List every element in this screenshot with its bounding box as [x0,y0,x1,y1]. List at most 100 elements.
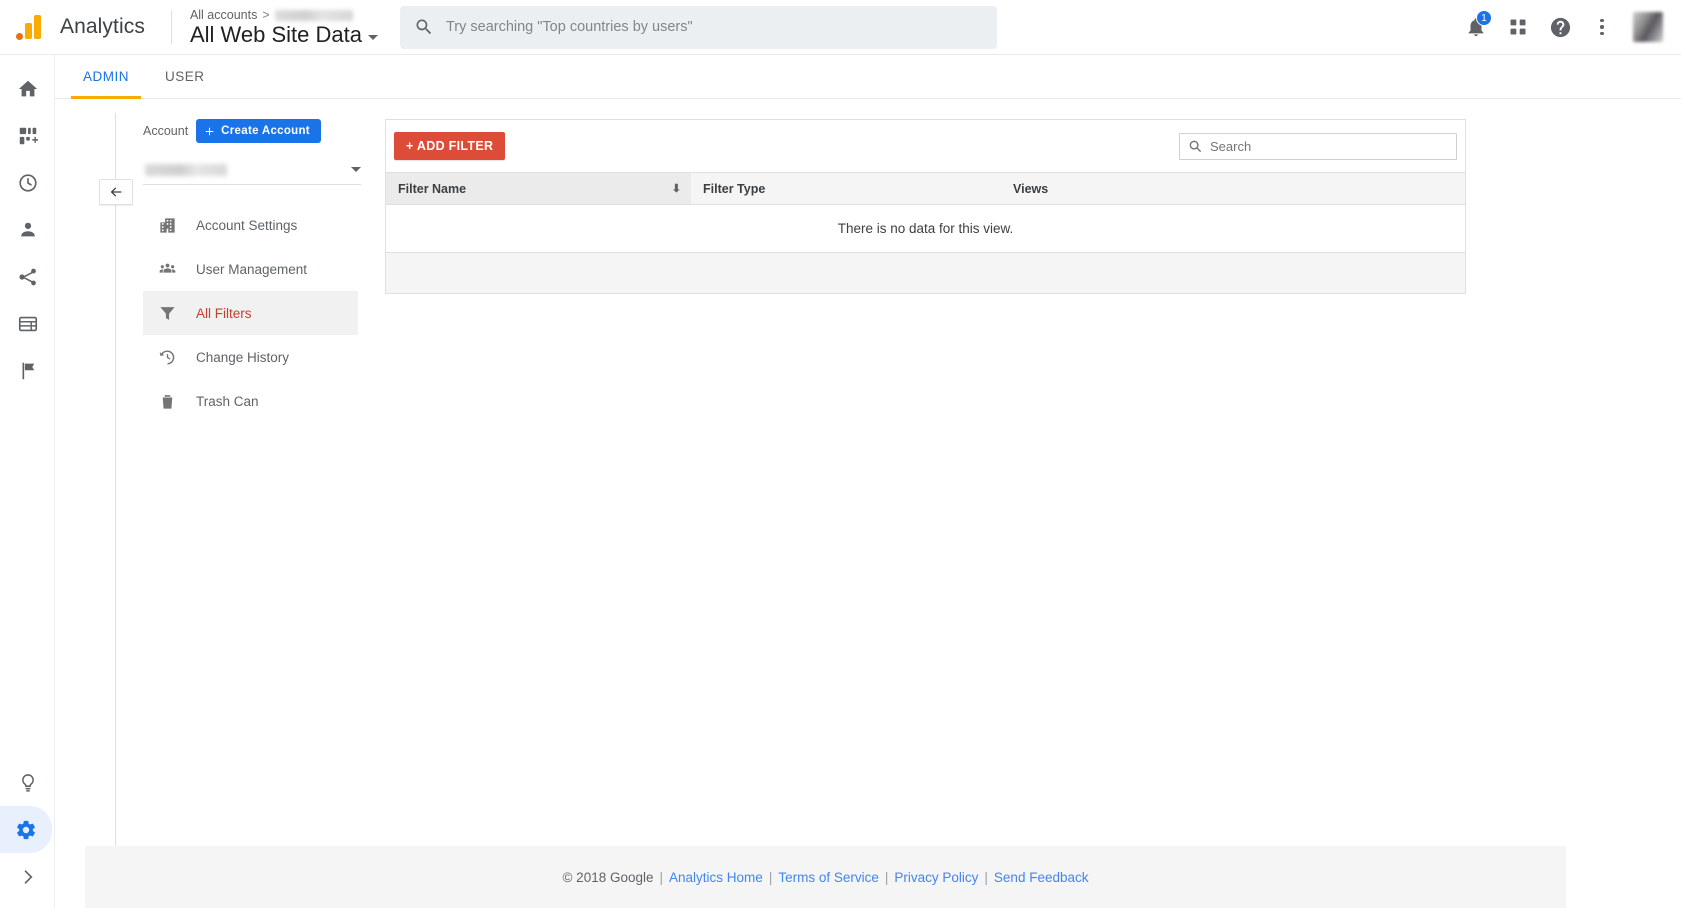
rail-top-group [0,55,54,394]
create-account-label: Create Account [221,125,310,137]
home-icon [17,78,39,100]
google-analytics-admin-page: Analytics All accounts > All Web Site Da… [0,0,1681,908]
column-header-filter-name[interactable]: Filter Name ⬇ [386,173,691,205]
sidebar-item-trash-can[interactable]: Trash Can [143,379,358,423]
sidebar-item-label: Trash Can [196,394,259,409]
chevron-down-icon[interactable] [368,35,378,40]
page-title: All Web Site Data [190,22,362,48]
lightbulb-icon [17,772,39,794]
sidebar-item-label: Account Settings [196,218,297,233]
more-vertical-icon [1600,19,1604,36]
people-icon [157,260,177,279]
analytics-bars-icon [16,14,43,41]
account-value-redacted [145,164,227,176]
sidebar-item-discover[interactable] [0,759,55,806]
customization-icon [17,125,39,147]
help-circle-icon [1549,16,1572,39]
sidebar-item-conversions[interactable] [0,347,55,394]
sidebar-item-change-history[interactable]: Change History [143,335,358,379]
filters-table: Filter Name ⬇ Filter Type Views There is… [386,172,1465,293]
nav-vertical-line [115,113,116,908]
admin-nav-list: Account Settings U [55,203,385,423]
filter-funnel-icon [157,304,177,323]
table-footer-row [386,253,1465,293]
filters-table-body: There is no data for this view. [386,205,1465,293]
account-breadcrumb-block[interactable]: All accounts > All Web Site Data [190,0,378,55]
realtime-clock-icon [17,172,39,194]
footer-separator: | [660,870,664,885]
apps-button[interactable] [1497,6,1539,48]
help-button[interactable] [1539,6,1581,48]
search-icon [1188,139,1202,153]
sidebar-item-behavior[interactable] [0,300,55,347]
filters-search-placeholder: Search [1210,139,1251,154]
table-footer-cell [386,253,1465,293]
breadcrumb-account-redacted [275,10,353,21]
sidebar-item-realtime[interactable] [0,159,55,206]
column-header-views[interactable]: Views [1001,173,1465,205]
column-header-label: Filter Name [398,182,466,196]
filters-search-input[interactable]: Search [1179,133,1457,160]
account-selector[interactable] [143,155,361,185]
sidebar-item-home[interactable] [0,65,55,112]
column-header-filter-type[interactable]: Filter Type [691,173,1001,205]
footer-link-privacy-policy[interactable]: Privacy Policy [894,870,978,885]
divider [171,10,172,44]
table-header-row: Filter Name ⬇ Filter Type Views [386,173,1465,205]
behavior-window-icon [17,313,39,335]
analytics-logo[interactable] [0,14,58,41]
account-header: Account Create Account [55,113,385,143]
sort-down-arrow-icon[interactable]: ⬇ [672,182,681,195]
left-rail [0,55,55,908]
footer-link-analytics-home[interactable]: Analytics Home [669,870,763,885]
brand-name[interactable]: Analytics [60,15,145,39]
sidebar-item-label: Change History [196,350,289,365]
footer-link-terms-of-service[interactable]: Terms of Service [778,870,879,885]
global-search-input[interactable]: Try searching "Top countries by users" [400,6,997,49]
sidebar-item-admin[interactable] [0,806,52,853]
more-options-button[interactable] [1581,6,1623,48]
sidebar-item-acquisition[interactable] [0,253,55,300]
top-bar: Analytics All accounts > All Web Site Da… [0,0,1681,55]
trash-icon [157,392,177,411]
view-title-block[interactable]: All Web Site Data [190,22,378,48]
content-area: ADMIN USER Account Cr [55,55,1681,908]
admin-body: Account Create Account [55,99,1681,423]
avatar[interactable] [1633,12,1663,42]
notifications-badge: 1 [1476,10,1492,26]
filters-panel: + ADD FILTER Search [385,119,1466,294]
notifications-button[interactable]: 1 [1455,6,1497,48]
top-bar-actions: 1 [1455,6,1681,48]
breadcrumb-all-accounts[interactable]: All accounts [190,8,257,22]
sidebar-item-user-management[interactable]: User Management [143,247,358,291]
page-footer: © 2018 Google | Analytics Home | Terms o… [85,846,1566,908]
conversions-flag-icon [17,360,39,382]
plus-icon [203,125,216,138]
back-arrow-icon [108,184,124,200]
rail-bottom-group [0,759,55,900]
filters-panel-wrap: + ADD FILTER Search [385,99,1466,423]
history-clock-icon [157,348,177,367]
footer-link-send-feedback[interactable]: Send Feedback [994,870,1089,885]
expand-rail-button[interactable] [0,853,55,900]
apps-grid-icon [1508,17,1528,37]
acquisition-share-icon [17,266,39,288]
tab-admin[interactable]: ADMIN [65,55,147,99]
create-account-button[interactable]: Create Account [196,119,321,143]
account-label: Account [143,124,188,138]
sidebar-item-all-filters[interactable]: All Filters [143,291,358,335]
sidebar-item-account-settings[interactable]: Account Settings [143,203,358,247]
add-filter-button[interactable]: + ADD FILTER [394,132,505,160]
admin-user-tabs: ADMIN USER [55,55,1681,99]
sidebar-item-audience[interactable] [0,206,55,253]
back-button[interactable] [99,179,133,205]
gear-icon [15,819,37,841]
breadcrumb[interactable]: All accounts > [190,8,378,22]
filters-table-head: Filter Name ⬇ Filter Type Views [386,173,1465,205]
sidebar-item-label: All Filters [196,306,252,321]
chevron-right-icon [18,867,38,887]
tab-user[interactable]: USER [147,55,223,99]
footer-separator: | [984,870,988,885]
sidebar-item-customization[interactable] [0,112,55,159]
empty-state-row: There is no data for this view. [386,205,1465,253]
